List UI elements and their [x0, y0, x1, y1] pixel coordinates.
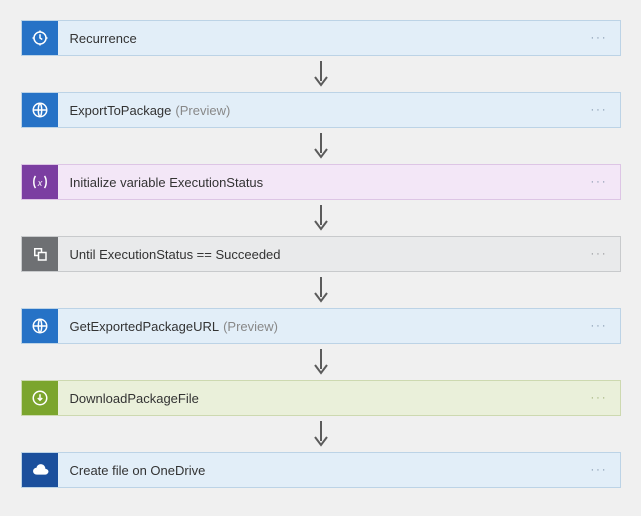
- flow-step[interactable]: Until ExecutionStatus == Succeeded ···: [21, 236, 621, 272]
- arrow-down-icon: [311, 200, 331, 236]
- more-menu-icon[interactable]: ···: [579, 176, 620, 188]
- arrow-down-icon: [311, 272, 331, 308]
- flow-step[interactable]: x Initialize variable ExecutionStatus ···: [21, 164, 621, 200]
- step-title: Until ExecutionStatus == Succeeded: [70, 247, 281, 262]
- flow-step[interactable]: Recurrence ···: [21, 20, 621, 56]
- arrow-down-icon: [311, 416, 331, 452]
- globe-icon: [22, 309, 58, 343]
- more-menu-icon[interactable]: ···: [579, 392, 620, 404]
- download-icon: [22, 381, 58, 415]
- flow-step[interactable]: Create file on OneDrive ···: [21, 452, 621, 488]
- more-menu-icon[interactable]: ···: [579, 320, 620, 332]
- cloud-icon: [22, 453, 58, 487]
- step-label: GetExportedPackageURL(Preview): [58, 319, 579, 334]
- more-menu-icon[interactable]: ···: [579, 464, 620, 476]
- step-label: Create file on OneDrive: [58, 463, 579, 478]
- flow-step[interactable]: ExportToPackage(Preview)···: [21, 92, 621, 128]
- step-title: GetExportedPackageURL: [70, 319, 220, 334]
- arrow-down-icon: [311, 128, 331, 164]
- arrow-down-icon: [311, 344, 331, 380]
- step-title: Initialize variable ExecutionStatus: [70, 175, 264, 190]
- svg-text:x: x: [36, 178, 42, 188]
- variable-icon: x: [22, 165, 58, 199]
- more-menu-icon[interactable]: ···: [579, 248, 620, 260]
- step-label: DownloadPackageFile: [58, 391, 579, 406]
- more-menu-icon[interactable]: ···: [579, 32, 620, 44]
- clock-icon: [22, 21, 58, 55]
- step-title: DownloadPackageFile: [70, 391, 199, 406]
- more-menu-icon[interactable]: ···: [579, 104, 620, 116]
- flow-diagram: Recurrence···ExportToPackage(Preview)···…: [0, 20, 641, 488]
- step-label: Recurrence: [58, 31, 579, 46]
- step-title: Create file on OneDrive: [70, 463, 206, 478]
- step-title: ExportToPackage: [70, 103, 172, 118]
- step-label: ExportToPackage(Preview): [58, 103, 579, 118]
- arrow-down-icon: [311, 56, 331, 92]
- step-label: Initialize variable ExecutionStatus: [58, 175, 579, 190]
- step-title: Recurrence: [70, 31, 137, 46]
- globe-icon: [22, 93, 58, 127]
- preview-badge: (Preview): [175, 103, 230, 118]
- preview-badge: (Preview): [223, 319, 278, 334]
- step-label: Until ExecutionStatus == Succeeded: [58, 247, 579, 262]
- flow-step[interactable]: DownloadPackageFile ···: [21, 380, 621, 416]
- loop-icon: [22, 237, 58, 271]
- flow-step[interactable]: GetExportedPackageURL(Preview)···: [21, 308, 621, 344]
